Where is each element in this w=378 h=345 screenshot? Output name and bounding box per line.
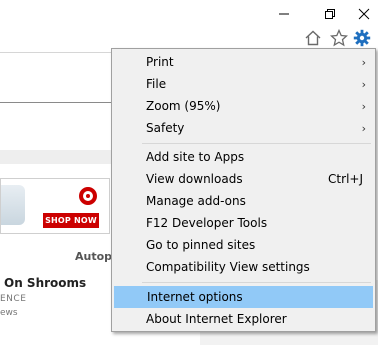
menu-item-add-site-to-apps[interactable]: Add site to Apps bbox=[114, 146, 373, 168]
gear-icon bbox=[353, 29, 371, 47]
menu-item-label: F12 Developer Tools bbox=[146, 216, 268, 230]
menu-item-view-downloads[interactable]: View downloads Ctrl+J bbox=[114, 168, 373, 190]
menu-item-label: File bbox=[146, 77, 167, 91]
menu-item-manage-add-ons[interactable]: Manage add-ons bbox=[114, 190, 373, 212]
menu-separator bbox=[142, 143, 371, 144]
menu-item-label: Manage add-ons bbox=[146, 194, 246, 208]
menu-item-label: Internet options bbox=[147, 290, 243, 304]
menu-item-pinned-sites[interactable]: Go to pinned sites bbox=[114, 234, 373, 256]
article-category: ews bbox=[0, 308, 18, 318]
tools-button[interactable] bbox=[352, 28, 372, 48]
menu-item-file[interactable]: File › bbox=[114, 73, 373, 95]
menu-separator bbox=[142, 282, 371, 283]
submenu-arrow-icon: › bbox=[361, 55, 366, 69]
submenu-arrow-icon: › bbox=[361, 99, 366, 113]
tools-menu: Print › File › Zoom (95%) › Safety › Add… bbox=[111, 48, 376, 332]
autoplay-label: Autopl bbox=[75, 250, 116, 263]
home-icon bbox=[305, 30, 321, 46]
menu-item-label: Add site to Apps bbox=[146, 150, 245, 164]
home-button[interactable] bbox=[303, 28, 323, 48]
shop-now-button[interactable]: SHOP NOW bbox=[43, 213, 99, 228]
restore-button[interactable] bbox=[318, 4, 342, 24]
minimize-icon bbox=[279, 13, 289, 15]
menu-item-label: View downloads bbox=[146, 172, 243, 186]
page-divider bbox=[0, 52, 115, 53]
menu-item-safety[interactable]: Safety › bbox=[114, 117, 373, 139]
menu-item-label: About Internet Explorer bbox=[146, 312, 287, 326]
submenu-arrow-icon: › bbox=[361, 77, 366, 91]
close-icon bbox=[358, 8, 370, 20]
restore-icon bbox=[325, 9, 335, 19]
page-divider bbox=[0, 102, 115, 103]
menu-item-label: Compatibility View settings bbox=[146, 260, 310, 274]
menu-item-developer-tools[interactable]: F12 Developer Tools bbox=[114, 212, 373, 234]
menu-item-zoom[interactable]: Zoom (95%) › bbox=[114, 95, 373, 117]
menu-item-label: Go to pinned sites bbox=[146, 238, 256, 252]
article-source: ENCE bbox=[0, 294, 27, 304]
target-logo-icon bbox=[79, 187, 97, 205]
menu-item-internet-options[interactable]: Internet options bbox=[114, 286, 373, 308]
star-icon bbox=[330, 29, 348, 47]
menu-item-label: Safety bbox=[146, 121, 185, 135]
ad-product-image bbox=[1, 185, 25, 225]
menu-item-about[interactable]: About Internet Explorer bbox=[114, 308, 373, 330]
menu-item-label: Print bbox=[146, 55, 174, 69]
advertisement-banner[interactable]: SHOP NOW bbox=[0, 178, 110, 234]
menu-item-print[interactable]: Print › bbox=[114, 51, 373, 73]
submenu-arrow-icon: › bbox=[361, 121, 366, 135]
close-button[interactable] bbox=[352, 4, 376, 24]
page-band bbox=[0, 150, 115, 164]
article-headline[interactable]: On Shrooms bbox=[4, 276, 86, 290]
menu-item-shortcut: Ctrl+J bbox=[328, 172, 363, 186]
favorites-button[interactable] bbox=[329, 28, 349, 48]
minimize-button[interactable] bbox=[272, 4, 296, 24]
menu-item-compatibility-view[interactable]: Compatibility View settings bbox=[114, 256, 373, 278]
menu-item-label: Zoom (95%) bbox=[146, 99, 221, 113]
